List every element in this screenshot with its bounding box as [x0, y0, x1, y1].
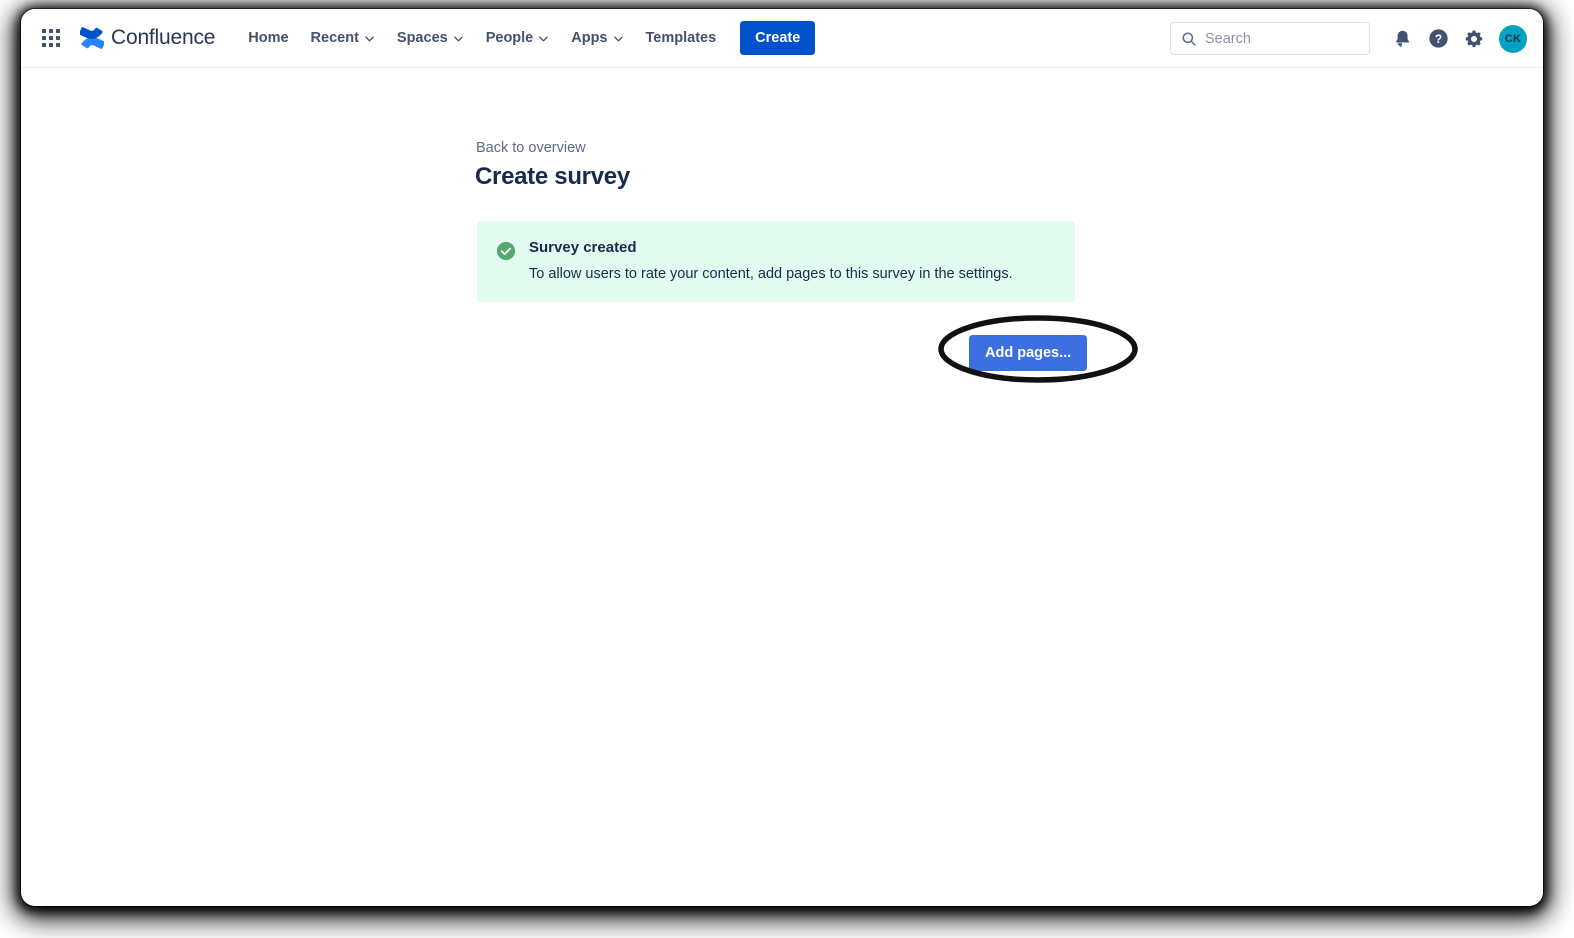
nav-item-spaces-label: Spaces: [396, 30, 448, 46]
nav-item-spaces[interactable]: Spaces: [386, 23, 475, 53]
nav-item-home-label: Home: [248, 30, 289, 46]
settings-gear-icon[interactable]: [1456, 21, 1492, 57]
nav-item-apps-label: Apps: [571, 30, 608, 46]
help-icon[interactable]: ?: [1420, 21, 1456, 57]
notifications-icon[interactable]: [1384, 21, 1420, 57]
success-banner-body: Survey created To allow users to rate yo…: [529, 239, 1013, 302]
nav-item-templates-label: Templates: [645, 30, 717, 46]
create-button[interactable]: Create: [740, 21, 816, 55]
nav-item-people-label: People: [485, 30, 534, 46]
nav-item-home[interactable]: Home: [237, 23, 299, 53]
search-box[interactable]: [1170, 22, 1370, 55]
browser-window: Confluence Home Recent Spaces People App…: [21, 9, 1543, 906]
confluence-logo-icon: [80, 27, 104, 49]
check-circle-icon: [496, 241, 516, 261]
nav-item-recent[interactable]: Recent: [300, 23, 386, 53]
success-banner-title: Survey created: [529, 239, 637, 256]
search-input[interactable]: [1205, 30, 1345, 47]
nav-item-apps[interactable]: Apps: [560, 23, 634, 53]
navbar-right-section: ? CK: [1170, 9, 1527, 68]
success-banner: Survey created To allow users to rate yo…: [477, 221, 1075, 302]
primary-nav-items: Home Recent Spaces People Apps Templates…: [237, 21, 816, 55]
brand-name-label: Confluence: [111, 26, 216, 49]
nav-item-templates[interactable]: Templates: [635, 23, 728, 53]
user-avatar[interactable]: CK: [1499, 24, 1527, 53]
page-title: Create survey: [475, 163, 630, 190]
app-switcher-icon[interactable]: [39, 26, 63, 50]
top-navigation-bar: Confluence Home Recent Spaces People App…: [21, 9, 1543, 68]
chevron-down-icon: [453, 33, 464, 44]
add-pages-button[interactable]: Add pages...: [969, 335, 1088, 371]
nav-item-recent-label: Recent: [310, 30, 359, 46]
search-icon: [1182, 31, 1196, 46]
nav-item-people[interactable]: People: [475, 23, 561, 53]
chevron-down-icon: [538, 33, 549, 44]
main-content-area: Back to overview Create survey Survey cr…: [21, 68, 1543, 906]
navbar-left-section: Confluence Home Recent Spaces People App…: [21, 21, 816, 55]
chevron-down-icon: [364, 33, 375, 44]
confluence-home-logo[interactable]: Confluence: [80, 26, 215, 50]
back-to-overview-link[interactable]: Back to overview: [476, 140, 586, 156]
chevron-down-icon: [613, 33, 624, 44]
success-banner-description: To allow users to rate your content, add…: [529, 266, 1013, 282]
svg-text:?: ?: [1434, 32, 1441, 46]
